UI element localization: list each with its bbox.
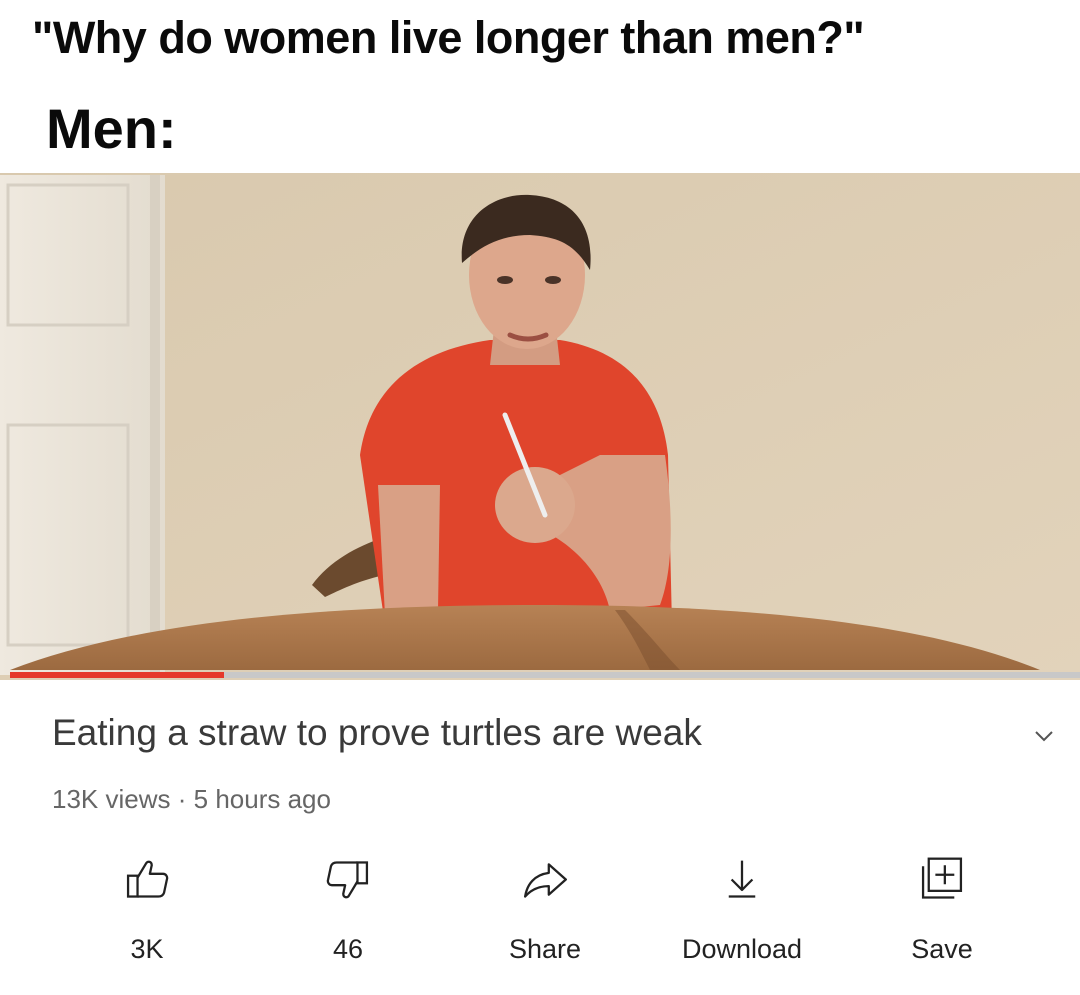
dislike-count: 46 <box>332 934 364 964</box>
video-title[interactable]: Eating a straw to prove turtles are weak <box>52 712 702 754</box>
like-count: 3K <box>130 934 164 964</box>
video-player[interactable] <box>0 165 1080 680</box>
dislike-button[interactable]: 46 <box>268 845 428 965</box>
add-to-playlist-icon <box>921 857 963 899</box>
save-button[interactable]: Save <box>862 845 1022 965</box>
video-frame-image <box>0 165 1080 680</box>
meme-answer-label: Men: <box>46 97 177 160</box>
action-bar: 3K 46 Share Download Save <box>0 845 1080 965</box>
video-progress-bar[interactable] <box>10 672 1080 678</box>
like-button[interactable]: 3K <box>67 845 227 965</box>
meme-caption: "Why do women live longer than men?" Men… <box>0 0 1080 178</box>
video-meta: 13K views · 5 hours ago <box>52 784 331 815</box>
download-arrow-icon <box>728 860 756 898</box>
meta-separator: · <box>177 784 187 814</box>
download-button[interactable]: Download <box>662 845 822 965</box>
share-label: Share <box>508 934 582 964</box>
save-label: Save <box>911 934 973 964</box>
upload-age: 5 hours ago <box>193 784 331 814</box>
share-arrow-icon <box>523 863 567 898</box>
thumbs-up-icon <box>126 860 169 898</box>
video-info-panel: Eating a straw to prove turtles are weak… <box>0 680 1080 995</box>
thumbs-down-icon <box>326 861 369 899</box>
share-button[interactable]: Share <box>465 845 625 965</box>
meme-question-text: "Why do women live longer than men?" <box>32 12 865 63</box>
view-count: 13K views <box>52 784 171 814</box>
download-label: Download <box>681 934 803 964</box>
video-progress-fill <box>10 672 224 678</box>
chevron-down-icon[interactable] <box>1032 724 1056 748</box>
